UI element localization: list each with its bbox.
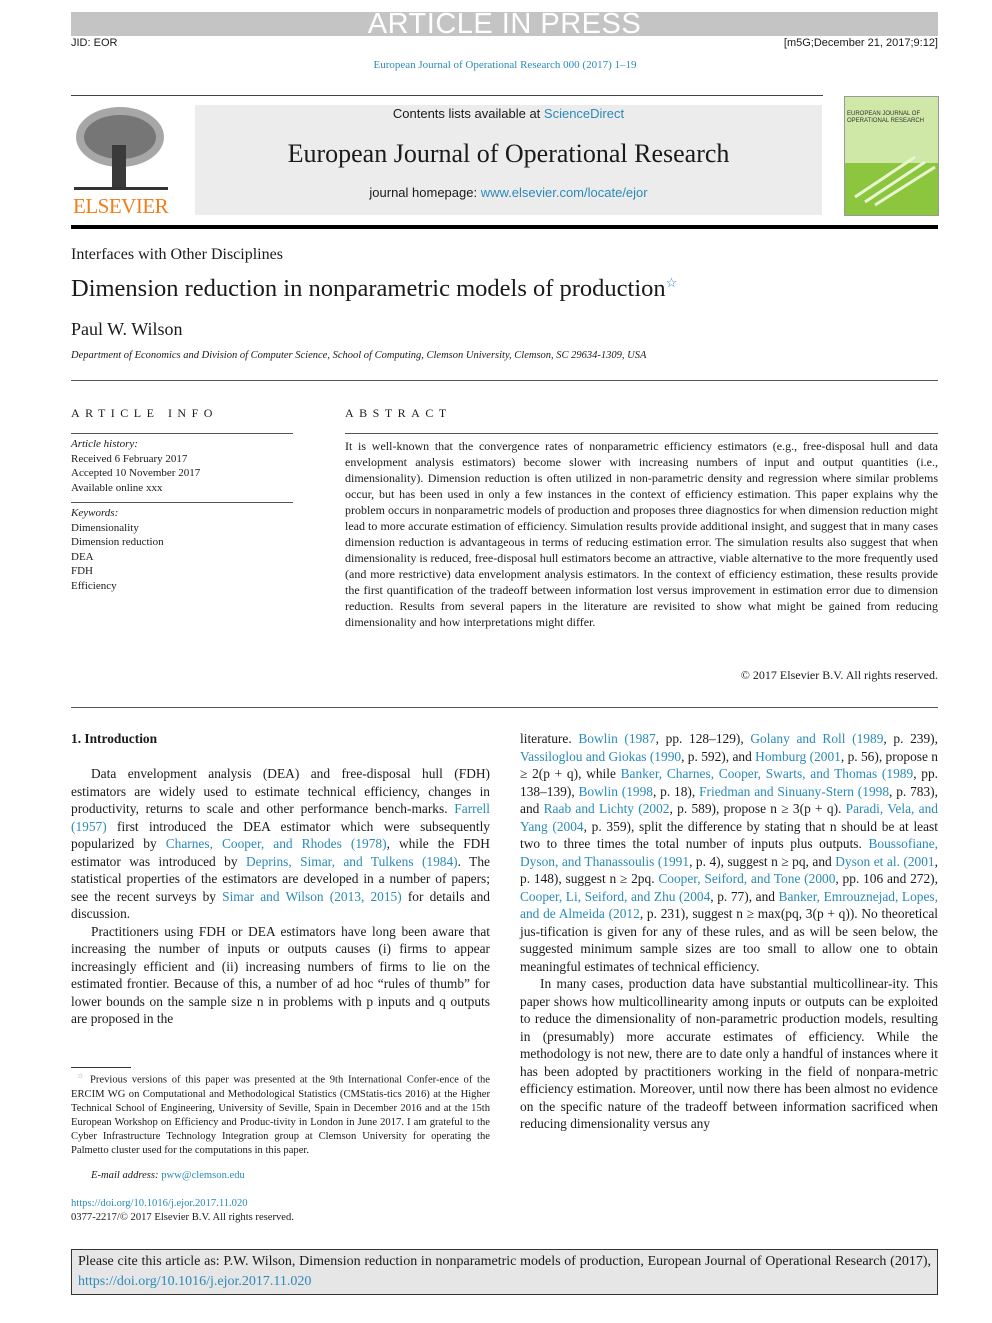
paragraph: Practitioners using FDH or DEA estimator… (71, 923, 490, 1028)
footnote-text: Previous versions of this paper was pres… (71, 1074, 490, 1156)
email-link[interactable]: pww@clemson.edu (161, 1170, 245, 1181)
journal-header-box: Contents lists available at ScienceDirec… (195, 105, 822, 215)
citation-link[interactable]: Charnes, Cooper, and Rhodes (1978) (166, 836, 387, 851)
email-line: E-mail address: pww@clemson.edu (91, 1170, 245, 1181)
right-column: literature. Bowlin (1987, pp. 128–129), … (520, 730, 938, 1133)
keyword: Dimensionality (71, 521, 139, 534)
history-received: Received 6 February 2017 (71, 452, 188, 465)
divider (71, 95, 823, 96)
citation-link[interactable]: Homburg (2001 (755, 749, 841, 764)
elsevier-logo: ELSEVIER (73, 194, 169, 218)
text-run: Practitioners using FDH or DEA estimator… (71, 923, 490, 1027)
text-run: , pp. 106 and 272), (835, 871, 938, 886)
citation-link[interactable]: Simar and Wilson (2013, 2015) (222, 889, 402, 904)
history-online: Available online xxx (71, 481, 163, 494)
divider (71, 380, 938, 381)
text-run: , p. 589), propose n ≥ 3(p + q). (669, 801, 846, 816)
affiliation: Department of Economics and Division of … (71, 350, 647, 361)
citation-text: Please cite this article as: P.W. Wilson… (78, 1254, 931, 1269)
homepage-label: journal homepage: (369, 185, 481, 200)
journal-homepage-link[interactable]: www.elsevier.com/locate/ejor (481, 185, 648, 200)
abstract-copyright: © 2017 Elsevier B.V. All rights reserved… (740, 668, 938, 682)
article-info-heading: ARTICLE INFO (71, 406, 218, 420)
contents-label: Contents lists available at (392, 106, 544, 121)
citation-link[interactable]: Friedman and Sinuany-Stern (1998 (699, 784, 889, 799)
paragraph: literature. Bowlin (1987, pp. 128–129), … (520, 730, 938, 975)
article-history: Article history: Received 6 February 201… (71, 437, 200, 495)
citation-link[interactable]: Bowlin (1987 (578, 731, 655, 746)
text-run: , p. 592), and (681, 748, 756, 764)
header-rule (71, 225, 938, 229)
text-run: literature. (520, 731, 579, 746)
timestamp: [m5G;December 21, 2017;9:12] (783, 37, 938, 49)
page: ARTICLE IN PRESS JID: EOR [m5G;December … (0, 0, 992, 1323)
divider (345, 433, 938, 434)
journal-reference[interactable]: European Journal of Operational Research… (0, 59, 992, 71)
keyword: DEA (71, 550, 94, 563)
keyword: FDH (71, 565, 94, 577)
article-in-press-banner: ARTICLE IN PRESS (71, 10, 938, 39)
keyword: Efficiency (71, 579, 117, 592)
citation-link[interactable]: Raab and Lichty (2002 (544, 801, 670, 816)
abstract-text: It is well-known that the convergence ra… (345, 439, 938, 629)
footnote-rule (71, 1067, 131, 1068)
divider (71, 433, 293, 434)
text-run: , p. 18), (653, 783, 700, 799)
paragraph: In many cases, production data have subs… (520, 975, 938, 1133)
text-run: , p. 239), (883, 731, 938, 746)
citation-box: Please cite this article as: P.W. Wilson… (71, 1249, 938, 1295)
citation-link[interactable]: Cooper, Seiford, and Tone (2000 (658, 871, 835, 886)
history-label: Article history: (71, 438, 138, 450)
citation-link[interactable]: Banker, Charnes, Cooper, Swarts, and Tho… (621, 766, 914, 781)
doi-link[interactable]: https://doi.org/10.1016/j.ejor.2017.11.0… (71, 1198, 248, 1209)
divider (71, 502, 293, 503)
email-label: E-mail address: (91, 1170, 162, 1181)
citation-link[interactable]: Golany and Roll (1989 (750, 731, 883, 746)
keywords: Keywords: Dimensionality Dimension reduc… (71, 506, 164, 593)
divider (71, 707, 938, 708)
left-column: Data envelopment analysis (DEA) and free… (71, 765, 490, 1028)
section-label: Interfaces with Other Disciplines (71, 246, 283, 263)
text-run: , p. 77), and (710, 888, 779, 904)
text-run: Data envelopment analysis (DEA) and free… (71, 766, 490, 816)
title-footnote-star-icon[interactable]: ☆ (666, 275, 678, 290)
elsevier-tree-logo (72, 105, 170, 191)
sciencedirect-link[interactable]: ScienceDirect (544, 106, 624, 121)
citation-link[interactable]: Vassiloglou and Giokas (1990 (520, 749, 681, 764)
citation-doi-link[interactable]: https://doi.org/10.1016/j.ejor.2017.11.0… (78, 1274, 311, 1289)
paragraph: Data envelopment analysis (DEA) and free… (71, 765, 490, 923)
text-run: In many cases, production data have subs… (520, 976, 938, 1131)
citation-link[interactable]: Cooper, Li, Seiford, and Zhu (2004 (520, 889, 710, 904)
citation-link[interactable]: Dyson et al. (2001 (835, 854, 934, 869)
footnote-star-icon: ☆ (77, 1072, 86, 1080)
citation-link[interactable]: Bowlin (1998 (579, 784, 654, 799)
text-run: , pp. 128–129), (655, 731, 751, 746)
issn-copyright: 0377-2217/© 2017 Elsevier B.V. All right… (71, 1212, 294, 1223)
citation-link[interactable]: Deprins, Simar, and Tulkens (1984) (246, 854, 458, 869)
author: Paul W. Wilson (71, 319, 183, 339)
keyword: Dimension reduction (71, 536, 164, 548)
history-accepted: Accepted 10 November 2017 (71, 467, 201, 479)
text-run: , p. 4), suggest n ≥ pq, and (689, 853, 836, 869)
title-text: Dimension reduction in nonparametric mod… (71, 275, 666, 303)
footnote: ☆ Previous versions of this paper was pr… (71, 1069, 490, 1158)
jid: JID: EOR (71, 37, 118, 49)
journal-title: European Journal of Operational Research (287, 139, 730, 168)
article-title: Dimension reduction in nonparametric mod… (71, 275, 677, 303)
abstract-heading: ABSTRACT (345, 406, 452, 420)
keywords-label: Keywords: (71, 507, 119, 519)
introduction-heading: 1. Introduction (71, 731, 158, 746)
journal-cover: EUROPEAN JOURNAL OF OPERATIONAL RESEARCH (844, 96, 939, 216)
